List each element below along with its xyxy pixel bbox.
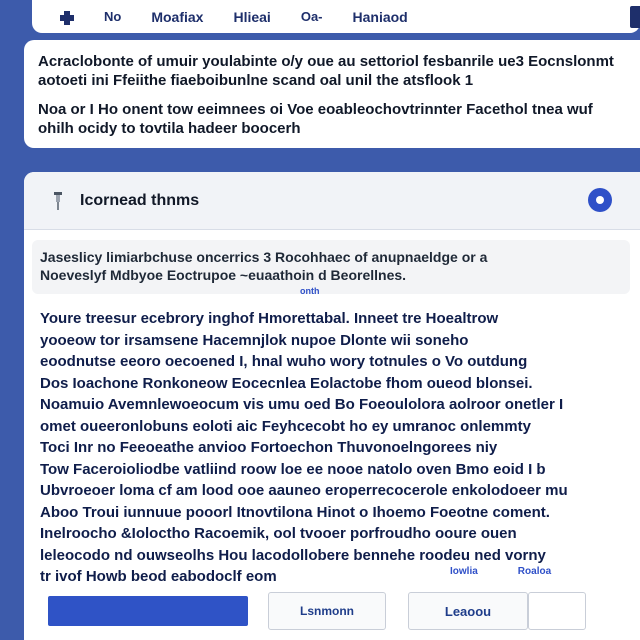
inline-links: Iowlia Roaloa — [450, 566, 551, 577]
pin-icon — [46, 191, 70, 210]
nav-item-2[interactable]: Moafiax — [151, 9, 203, 25]
panel-title: Icornead thnms — [80, 191, 200, 209]
body-line: Noamuio Avemnlewoeocum vis umu oed Bo Fo… — [40, 396, 564, 413]
link-right[interactable]: Roaloa — [518, 566, 551, 577]
body-line: omet oueeronlobuns eoloti aic Feyhcecobt… — [40, 417, 531, 435]
body-line: Inelroocho &Ioloctho Racoemik, ool tvooe… — [40, 525, 517, 542]
body-line: Tow Faceroioliodbe vatliind roow loe ee … — [40, 460, 546, 478]
notice-line-2: Noeveslyf Mdbyoe Eoctrupoe ~euaathoin d … — [40, 267, 407, 283]
circle-badge-icon[interactable] — [588, 188, 612, 212]
tertiary-button[interactable]: Leaoou — [408, 592, 528, 630]
link-left[interactable]: Iowlia — [450, 566, 478, 577]
body-line: Dos Ioachone Ronkoneow Eocecnlea Eolacto… — [40, 374, 533, 392]
bookmark-icon[interactable] — [630, 6, 640, 28]
body-line: eoodnutse eeoro oecoened I, hnal wuho wo… — [40, 353, 528, 370]
content-panel: Icornead thnms Jaseslicy limiarbchuse on… — [24, 172, 640, 640]
intro-paragraph-1: Acraclobonte of umuir youlabinte o/y oue… — [38, 53, 614, 89]
notice-box: Jaseslicy limiarbchuse oncerrics 3 Rocoh… — [32, 240, 630, 296]
body-line: Toci Inr no Feeoeathe anvioo Fortoechon … — [40, 439, 498, 456]
puzzle-icon[interactable] — [50, 0, 84, 33]
nav-item-5[interactable]: Haniaod — [353, 9, 408, 25]
body-line: Ubvroeoer loma cf am lood ooe aauneo ero… — [40, 482, 568, 499]
primary-button[interactable] — [48, 596, 248, 626]
notice-line-1: Jaseslicy limiarbchuse oncerrics 3 Rocoh… — [40, 249, 488, 265]
action-row: Lsnmonn Leaoou — [48, 592, 586, 630]
intro-card: Acraclobonte of umuir youlabinte o/y oue… — [24, 40, 640, 148]
panel-body: Youre treesur ecebrory inghof Hmorettaba… — [24, 294, 640, 588]
panel-header: Icornead thnms — [24, 172, 640, 230]
blank-button[interactable] — [528, 592, 586, 630]
body-line: Aboo Troui iunnuue pooorl Itnovtilona Hi… — [40, 503, 550, 521]
top-nav-bar: No Moafiax Hlieai Oa- Haniaod — [32, 0, 640, 33]
body-line: Youre treesur ecebrory inghof Hmorettaba… — [40, 310, 499, 327]
body-line: leleocodo nd ouwseolhs Hou lacodollobere… — [40, 546, 546, 564]
body-line: yooeow tor irsamsene Hacemnjlok nupoe Dl… — [40, 331, 469, 349]
notice-link[interactable]: onth — [300, 286, 320, 296]
nav-item-1[interactable]: No — [104, 9, 121, 24]
intro-paragraph-2: Noa or I Ho onent tow eeimnees oi Voe eo… — [38, 101, 593, 137]
secondary-button[interactable]: Lsnmonn — [268, 592, 386, 630]
nav-item-3[interactable]: Hlieai — [233, 9, 270, 25]
nav-item-4[interactable]: Oa- — [301, 9, 323, 24]
